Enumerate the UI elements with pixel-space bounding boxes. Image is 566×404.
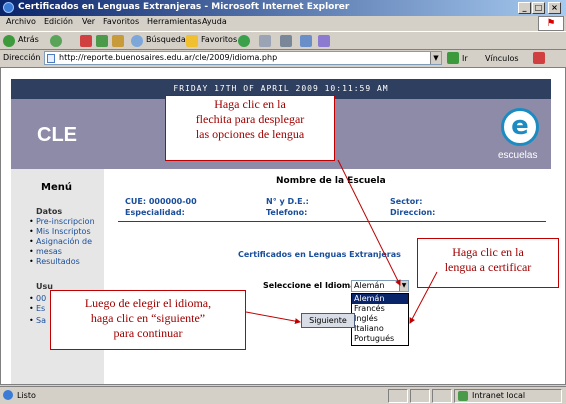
logo-e-icon: e [511,111,529,141]
title-bar: Certificados en Lenguas Extranjeras - Mi… [0,0,566,16]
addon-icon[interactable] [533,52,545,64]
language-option[interactable]: Italiano [352,324,408,334]
language-select[interactable]: Alemán ▼ [351,280,409,292]
sidebar-item-user-2[interactable]: Es [29,304,45,313]
ie-icon [3,2,14,13]
back-button[interactable]: Atrás [18,35,39,44]
menu-ver[interactable]: Ver [82,17,95,26]
menu-edicion[interactable]: Edición [44,17,73,26]
info-telefono: Telefono: [266,208,308,217]
status-bar: Listo Intranet local [0,386,566,404]
favorites-button[interactable]: Favoritos [201,35,237,44]
status-cell [410,389,430,403]
address-dropdown-icon[interactable]: ▼ [430,52,441,64]
maximize-button[interactable]: □ [532,2,545,14]
address-input[interactable]: http://reporte.buenosaires.edu.ar/cle/20… [44,51,442,65]
toolbar: Atrás Búsqueda Favoritos [0,31,566,50]
sidebar-section-datos: Datos [36,207,63,216]
callout-language-hint: Haga clic en la lengua a certificar [417,238,559,288]
callout-dropdown-hint: Haga clic en la flechita para desplegar … [165,95,335,161]
cle-brand: CLE [37,124,77,146]
info-cue: CUE: 000000-00 [125,197,197,206]
language-options: Alemán Francés Inglés Italiano Portugués [351,293,409,346]
go-button[interactable]: Ir [462,54,468,63]
language-option[interactable]: Portugués [352,334,408,344]
logo-text: escuelas [498,150,538,161]
discuss-icon[interactable] [318,35,330,47]
menu-bar: Archivo Edición Ver Favoritos Herramient… [0,16,566,30]
forward-arrow-icon[interactable] [50,35,62,47]
cert-title: Certificados en Lenguas Extranjeras [238,250,401,259]
page-status-icon [3,390,13,400]
escuelas-logo: e [501,108,539,146]
address-label: Dirección [3,53,41,62]
sidebar: Menú Datos Pre-inscripcion Mis Inscripto… [11,169,104,384]
info-nde: N° y D.E.: [266,197,309,206]
sidebar-title: Menú [41,182,72,193]
search-button[interactable]: Búsqueda [146,35,186,44]
home-icon[interactable] [112,35,124,47]
sidebar-item-asignacion-cont[interactable]: mesas [29,247,62,256]
language-option[interactable]: Francés [352,304,408,314]
back-arrow-icon[interactable] [3,35,15,47]
favorites-star-icon[interactable] [186,35,198,47]
go-arrow-icon[interactable] [447,52,459,64]
sidebar-item-user-3[interactable]: Sa [29,316,46,325]
address-url[interactable]: http://reporte.buenosaires.edu.ar/cle/20… [59,52,277,64]
sidebar-item-user-1[interactable]: 00 [29,294,46,303]
status-text: Listo [17,391,36,400]
callout-next-hint: Luego de elegir el idioma, haga clic en … [50,290,246,350]
school-name: Nombre de la Escuela [276,176,386,186]
window-title: Certificados en Lenguas Extranjeras - Mi… [18,2,350,12]
sidebar-item-resultados[interactable]: Resultados [29,257,80,266]
select-label: Seleccione el Idioma: [263,281,359,290]
edit-icon[interactable] [300,35,312,47]
close-button[interactable]: × [548,2,561,14]
refresh-icon[interactable] [96,35,108,47]
language-select-value: Alemán [354,281,385,290]
links-label[interactable]: Vínculos [485,54,519,63]
intranet-icon [458,391,468,401]
menu-herramientas[interactable]: Herramientas [147,17,202,26]
next-button[interactable]: Siguiente [301,313,355,328]
page-icon [47,54,55,63]
sidebar-item-mis-inscriptos[interactable]: Mis Inscriptos [29,227,91,236]
info-sector: Sector: [390,197,423,206]
sidebar-item-asignacion[interactable]: Asignación de [29,237,92,246]
select-dropdown-icon[interactable]: ▼ [399,281,408,291]
language-option[interactable]: Alemán [352,294,408,304]
zone-text: Intranet local [472,391,526,400]
mail-icon[interactable] [259,35,271,47]
search-icon[interactable] [131,35,143,47]
history-icon[interactable] [238,35,250,47]
sidebar-item-preinscripcion[interactable]: Pre-inscripcion [29,217,95,226]
menu-favoritos[interactable]: Favoritos [103,17,139,26]
print-icon[interactable] [280,35,292,47]
status-cell [388,389,408,403]
address-bar: Dirección http://reporte.buenosaires.edu… [0,50,566,66]
menu-archivo[interactable]: Archivo [6,17,36,26]
status-cell [432,389,452,403]
divider [118,221,546,222]
windows-flag-icon: ⚑ [538,16,564,31]
stop-icon[interactable] [80,35,92,47]
info-especialidad: Especialidad: [125,208,185,217]
menu-ayuda[interactable]: Ayuda [202,17,227,26]
language-option[interactable]: Inglés [352,314,408,324]
info-direccion: Direccion: [390,208,436,217]
minimize-button[interactable]: _ [518,2,531,14]
